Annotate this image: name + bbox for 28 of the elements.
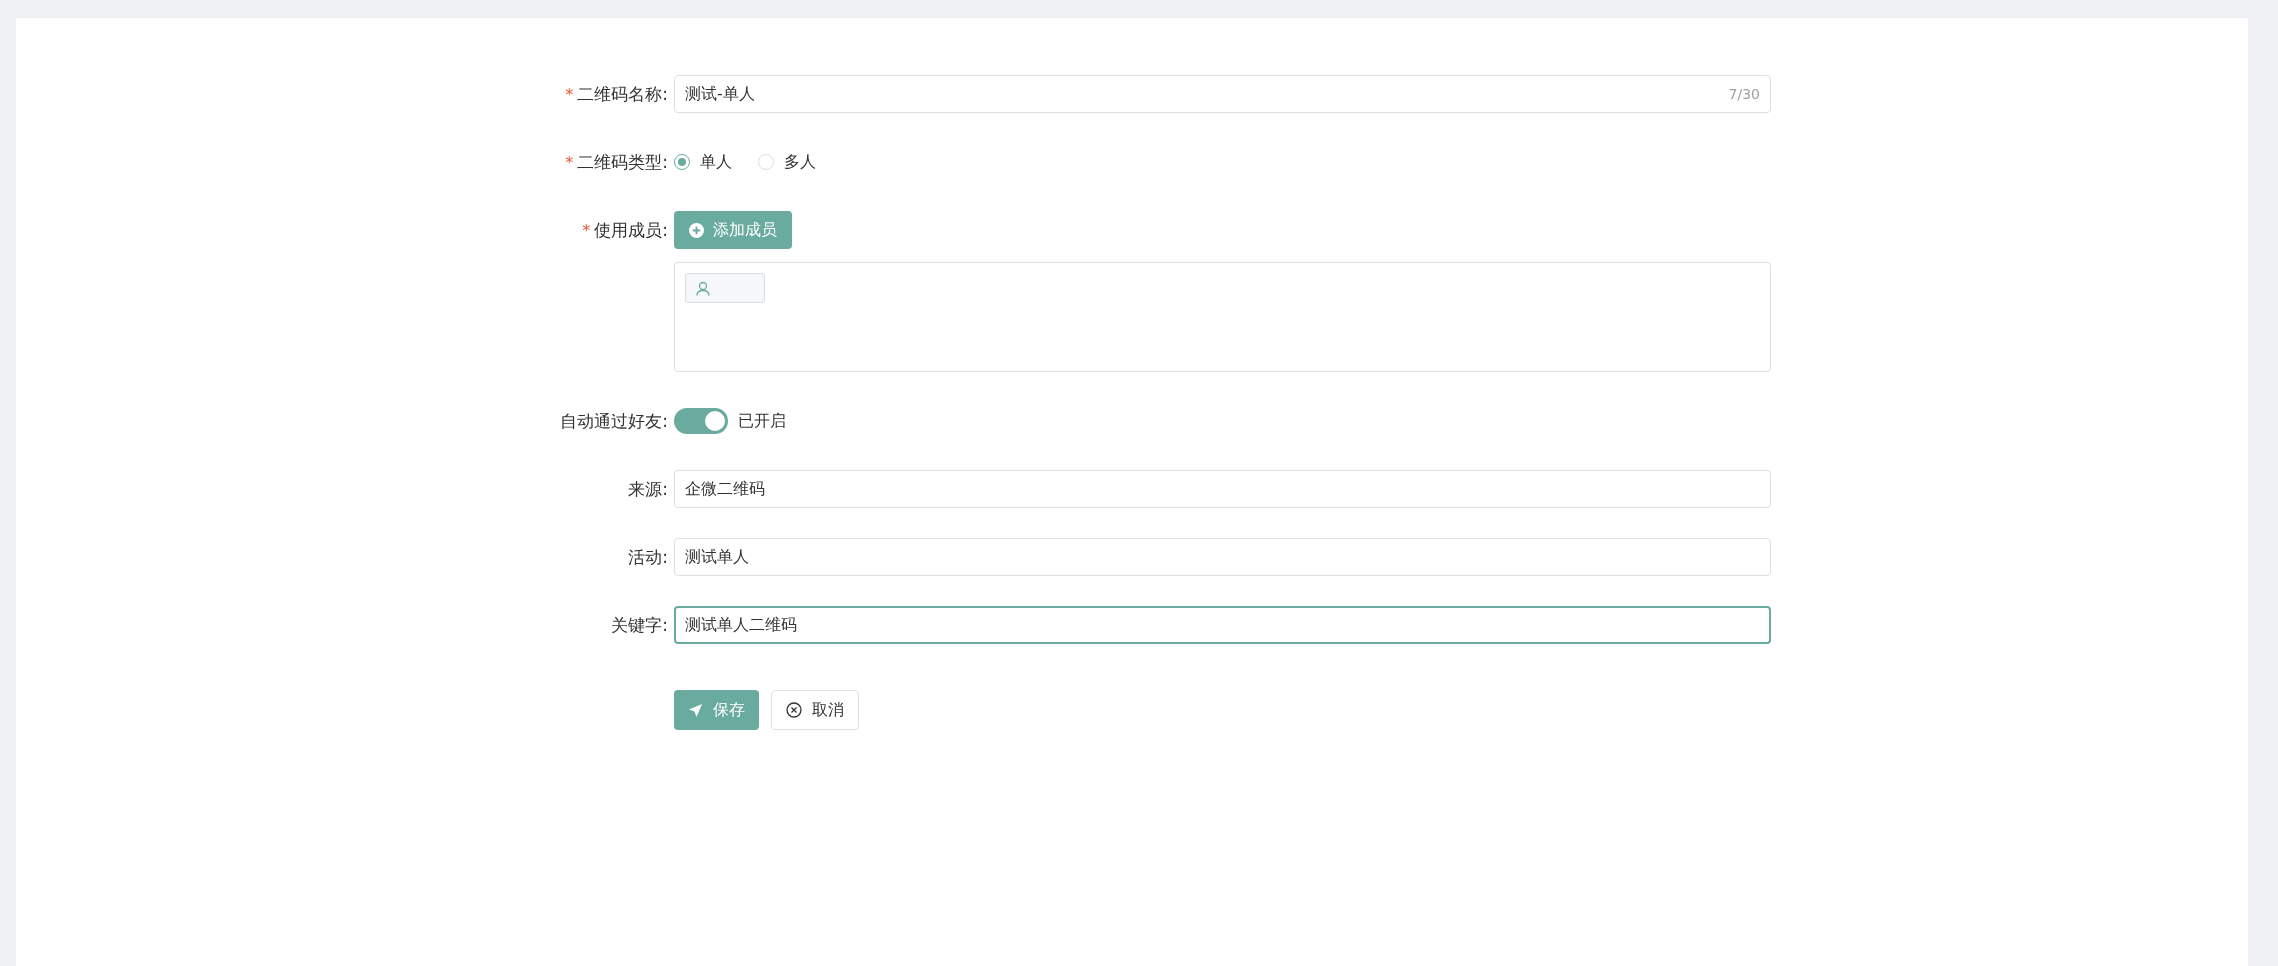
toggle-switch[interactable] (674, 408, 728, 434)
required-mark: * (565, 84, 574, 104)
text-field[interactable]: 测试单人二维码 (674, 606, 1771, 644)
text-field[interactable]: 企微二维码 (674, 470, 1771, 508)
field-label: 自动通过好友: (560, 409, 668, 433)
send-icon (688, 702, 703, 718)
close-circle-icon (786, 702, 802, 718)
field-label: 来源: (628, 477, 668, 501)
member-tag[interactable] (685, 273, 765, 303)
field-label: 二维码名称: (577, 82, 668, 106)
field-label: 活动: (628, 545, 668, 569)
field-label: 二维码类型: (577, 150, 668, 174)
required-mark: * (565, 152, 574, 172)
required-mark: * (582, 220, 591, 240)
text-field[interactable]: 测试单人 (674, 538, 1771, 576)
option-label: 多人 (784, 151, 816, 173)
cancel-button[interactable]: 取消 (771, 690, 859, 730)
field-label: 关键字: (611, 613, 668, 637)
radio-option[interactable]: 多人 (758, 151, 816, 173)
radio-option[interactable]: 单人 (674, 151, 732, 173)
plus-circle-icon (689, 222, 704, 238)
switch-status: 已开启 (738, 410, 786, 432)
option-label: 单人 (700, 151, 732, 173)
text-field[interactable]: 测试-单人 7/30 (674, 75, 1771, 113)
field-label: 使用成员: (594, 218, 668, 242)
radio-icon[interactable] (674, 154, 690, 170)
char-counter: 7/30 (1728, 86, 1760, 102)
user-icon (696, 280, 710, 296)
